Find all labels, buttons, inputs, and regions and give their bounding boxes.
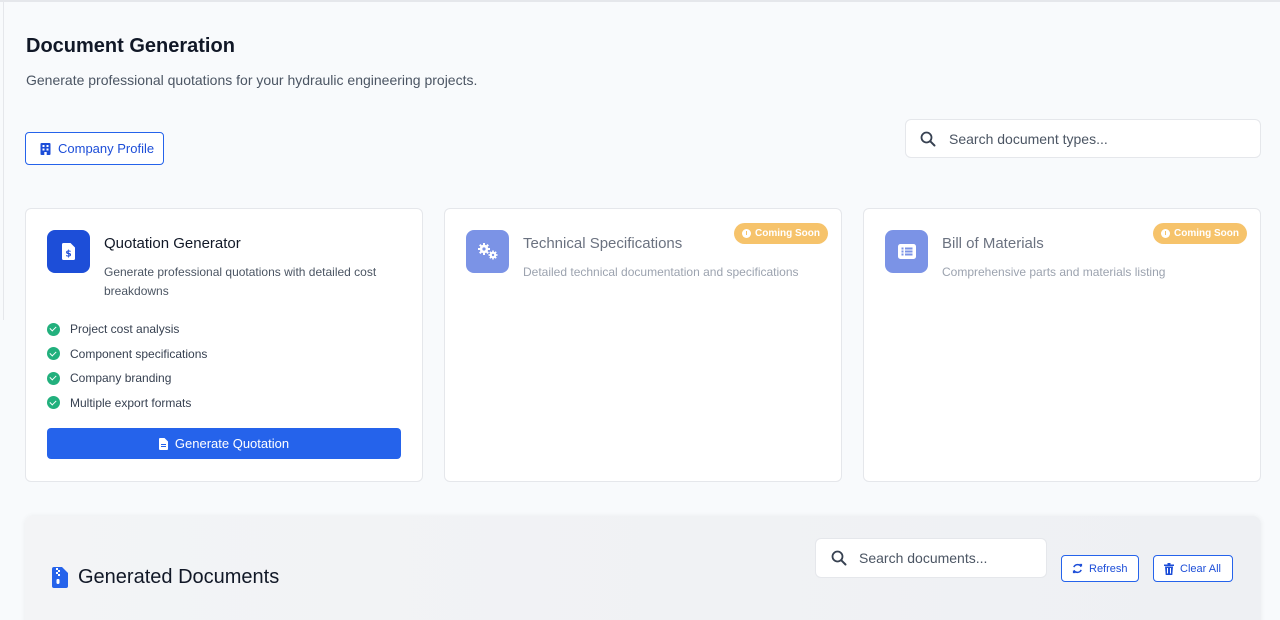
clear-all-button[interactable]: Clear All bbox=[1153, 555, 1233, 582]
technical-specifications-card: Technical Specifications Detailed techni… bbox=[444, 208, 842, 482]
file-icon bbox=[158, 437, 168, 450]
bill-of-materials-card: Bill of Materials Comprehensive parts an… bbox=[863, 208, 1261, 482]
generated-documents-heading: Generated Documents bbox=[52, 566, 279, 589]
generate-quotation-label: Generate Quotation bbox=[174, 436, 290, 451]
documents-search[interactable] bbox=[815, 538, 1047, 578]
refresh-icon bbox=[1072, 563, 1083, 574]
generated-documents-title: Generated Documents bbox=[78, 566, 280, 588]
document-type-search[interactable] bbox=[905, 119, 1261, 158]
feature-item: Company branding bbox=[47, 366, 207, 391]
coming-soon-badge: Coming Soon bbox=[1153, 223, 1247, 244]
generated-documents-panel: Generated Documents Refresh bbox=[25, 516, 1261, 620]
check-circle-icon bbox=[47, 347, 60, 361]
feature-label: Multiple export formats bbox=[70, 395, 192, 410]
info-circle-icon bbox=[1161, 229, 1170, 238]
coming-soon-badge: Coming Soon bbox=[734, 223, 828, 244]
clear-all-label: Clear All bbox=[1180, 562, 1221, 575]
generate-quotation-button[interactable]: Generate Quotation bbox=[47, 428, 401, 459]
company-profile-label: Company Profile bbox=[58, 141, 155, 156]
badge-label: Coming Soon bbox=[755, 228, 820, 239]
search-icon bbox=[920, 131, 936, 146]
card-description: Detailed technical documentation and spe… bbox=[523, 265, 799, 279]
card-title: Quotation Generator bbox=[104, 235, 241, 252]
building-icon bbox=[40, 142, 51, 155]
quotation-generator-card: $ Quotation Generator Generate professio… bbox=[25, 208, 423, 482]
info-circle-icon bbox=[742, 229, 751, 238]
trash-icon bbox=[1164, 562, 1174, 575]
list-icon bbox=[885, 230, 928, 273]
refresh-label: Refresh bbox=[1089, 562, 1128, 575]
card-description: Comprehensive parts and materials listin… bbox=[942, 265, 1166, 279]
top-divider bbox=[0, 0, 1280, 2]
left-divider bbox=[3, 2, 4, 320]
check-circle-icon bbox=[47, 396, 60, 410]
file-invoice-dollar-icon: $ bbox=[47, 230, 90, 273]
check-circle-icon bbox=[47, 322, 60, 336]
card-title: Technical Specifications bbox=[523, 235, 683, 252]
document-type-search-input[interactable] bbox=[949, 130, 1229, 147]
badge-label: Coming Soon bbox=[1174, 228, 1239, 239]
feature-label: Company branding bbox=[70, 371, 172, 386]
feature-label: Component specifications bbox=[70, 346, 208, 361]
feature-list: Project cost analysis Component specific… bbox=[47, 317, 207, 415]
cogs-icon bbox=[466, 230, 509, 273]
company-profile-button[interactable]: Company Profile bbox=[25, 132, 164, 165]
feature-item: Component specifications bbox=[47, 342, 207, 367]
check-circle-icon bbox=[47, 371, 60, 385]
feature-item: Project cost analysis bbox=[47, 317, 207, 342]
feature-label: Project cost analysis bbox=[70, 322, 180, 337]
card-title: Bill of Materials bbox=[942, 235, 1044, 252]
page-title: Document Generation bbox=[26, 35, 235, 57]
document-generation-page: Document Generation Generate professiona… bbox=[0, 0, 1280, 620]
search-icon bbox=[831, 550, 847, 566]
documents-search-input[interactable] bbox=[859, 550, 1029, 566]
file-archive-icon bbox=[52, 567, 68, 588]
svg-text:$: $ bbox=[65, 250, 71, 260]
feature-item: Multiple export formats bbox=[47, 391, 207, 416]
refresh-button[interactable]: Refresh bbox=[1061, 555, 1139, 582]
page-subtitle: Generate professional quotations for you… bbox=[26, 72, 478, 88]
card-description: Generate professional quotations with de… bbox=[104, 265, 377, 298]
